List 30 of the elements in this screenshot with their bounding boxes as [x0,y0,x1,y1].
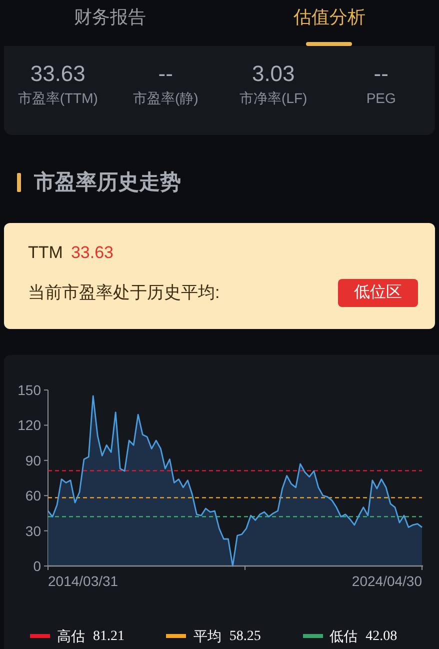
legend-value: 42.08 [366,628,398,646]
x-tick-label: 2024/04/30 [352,572,422,588]
legend-label: 低估 [330,626,358,646]
legend-value: 81.21 [93,628,124,646]
metric-value: 33.63 [30,60,86,88]
ttm-label: TTM [28,242,63,262]
status-badge: 低位区 [338,278,418,306]
metric-label: 市盈率(TTM) [18,89,98,108]
tab[interactable]: 估值分析 [220,0,439,46]
y-tick-label: 120 [18,416,41,433]
y-tick-label: 90 [25,452,41,468]
y-tick-label: 30 [25,522,41,538]
metric-value: 3.03 [252,60,295,88]
section-title: 市盈率历史走势 [34,170,181,196]
x-tick-label: 2014/03/31 [48,572,118,588]
metric-label: PEG [366,89,396,108]
tab[interactable]: 财务报告 [0,0,220,46]
ttm-value: 33.63 [70,242,114,262]
title-accent-bar [17,173,21,192]
y-tick-label: 0 [33,558,41,574]
y-tick-label: 60 [25,487,41,504]
legend-value: 58.25 [229,628,261,646]
legend-label: 高估 [57,626,85,646]
status-text: 当前市盈率处于历史平均: [28,282,220,304]
metric-value: -- [158,60,173,88]
legend-label: 平均 [193,626,222,646]
y-tick-label: 150 [18,382,41,398]
metric-value: -- [374,60,388,88]
metric-label: 市净率(LF) [240,89,308,108]
metric-label: 市盈率(静) [132,89,198,108]
